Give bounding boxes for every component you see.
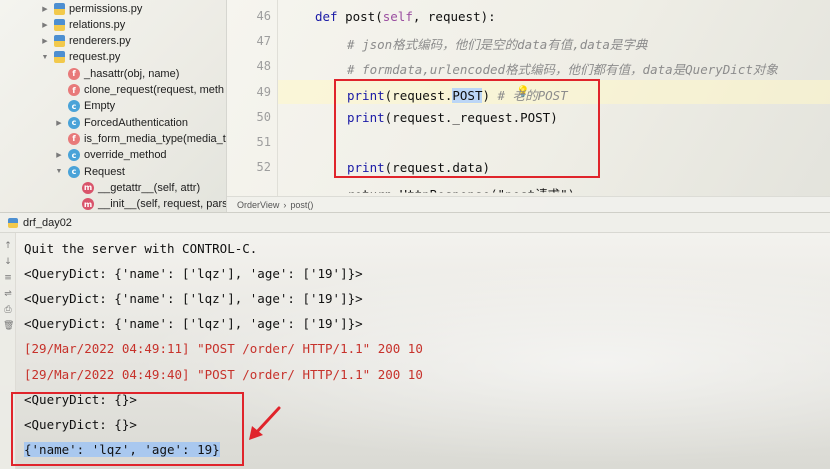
- line-number: 46: [256, 9, 271, 23]
- code-line-48[interactable]: # formdata,urlencoded格式编码，他们都有值，data是Que…: [347, 59, 778, 78]
- tree-item[interactable]: ▶ c override_method: [0, 147, 226, 164]
- tree-item[interactable]: c Empty: [0, 98, 226, 115]
- run-tab-label: drf_day02: [23, 216, 72, 229]
- tree-item-label: relations.py: [69, 18, 126, 31]
- chevron-right-icon[interactable]: ▶: [40, 5, 50, 13]
- run-window-header: drf_day02: [0, 212, 830, 233]
- annotation-arrow-icon: [249, 406, 281, 440]
- tree-item-label: __getattr__(self, attr): [98, 181, 201, 194]
- fold-gutter: [277, 0, 278, 196]
- tree-item[interactable]: f clone_request(request, meth: [0, 82, 226, 99]
- console-log-line[interactable]: [29/Mar/2022 04:49:40] "POST /order/ HTT…: [24, 367, 423, 382]
- line-number: 47: [256, 34, 271, 48]
- run-console[interactable]: ↑ ↓ ≡ ⇌ ⎙ 🗑 Quit the server with CONTROL-C. <Q…: [0, 233, 830, 469]
- tree-item[interactable]: m __getattr__(self, attr): [0, 179, 226, 196]
- scroll-down-icon[interactable]: ↓: [3, 257, 13, 267]
- console-text: [29/Mar/2022 04:49:11] "POST /order/ HTT…: [24, 341, 423, 357]
- class-icon: c: [68, 165, 80, 178]
- chevron-right-icon[interactable]: ▶: [54, 119, 64, 127]
- line-number: 49: [256, 85, 271, 99]
- chevron-down-icon[interactable]: ▼: [40, 54, 50, 61]
- print-icon[interactable]: ⎙: [3, 305, 13, 315]
- function-icon: f: [68, 67, 80, 80]
- scroll-up-icon[interactable]: ↑: [3, 241, 13, 251]
- chevron-down-icon[interactable]: ▼: [54, 168, 64, 175]
- tree-item-label: ForcedAuthentication: [84, 116, 188, 129]
- python-file-icon: [54, 2, 65, 15]
- chevron-right-icon[interactable]: ▶: [54, 151, 64, 159]
- tree-item-label: is_form_media_type(media_t: [84, 132, 226, 145]
- console-output-line[interactable]: <QueryDict: {'name': ['lqz'], 'age': ['1…: [24, 316, 363, 331]
- python-file-icon: [54, 18, 65, 31]
- method-icon: m: [82, 198, 94, 211]
- code-editor[interactable]: 46 47 48 49 50 51 52 def post(self, requ…: [227, 0, 830, 212]
- code-line-46[interactable]: def post(self, request):: [315, 9, 496, 24]
- project-tree: ▶ permissions.py ▶ relations.py ▶ renderers.p…: [0, 0, 226, 212]
- console-text: <QueryDict: {'name': ['lqz'], 'age': ['1…: [24, 316, 363, 332]
- chevron-right-icon[interactable]: ▶: [40, 21, 50, 29]
- line-number: 48: [256, 59, 271, 73]
- breadcrumb: OrderView › post(): [227, 196, 830, 212]
- breadcrumb-item-method[interactable]: post(): [290, 200, 313, 210]
- tree-item-label: request.py: [69, 51, 121, 64]
- breadcrumb-separator: ›: [283, 199, 287, 210]
- class-icon: c: [68, 149, 80, 162]
- code-line-47[interactable]: # json格式编码，他们是空的data有值,data是字典: [347, 34, 647, 53]
- tree-item-label: clone_request(request, meth: [84, 84, 225, 96]
- console-output-line[interactable]: Quit the server with CONTROL-C.: [24, 241, 257, 256]
- ide-top-area: ▶ permissions.py ▶ relations.py ▶ renderers.p…: [0, 0, 830, 212]
- tree-item-label: Empty: [84, 100, 116, 113]
- breadcrumb-item-class[interactable]: OrderView: [237, 200, 279, 210]
- code-self: self: [382, 9, 413, 24]
- tree-item[interactable]: f is_form_media_type(media_t: [0, 130, 226, 147]
- console-output-line[interactable]: <QueryDict: {'name': ['lqz'], 'age': ['1…: [24, 266, 363, 281]
- console-text: <QueryDict: {'name': ['lqz'], 'age': ['1…: [24, 266, 363, 282]
- scroll-to-end-icon[interactable]: ⇌: [3, 289, 13, 299]
- python-file-icon: [54, 51, 65, 64]
- tree-item[interactable]: ▼ request.py: [0, 49, 226, 66]
- trash-icon[interactable]: 🗑: [3, 321, 14, 331]
- tree-item[interactable]: ▶ renderers.py: [0, 33, 226, 50]
- code-keyword: def: [315, 9, 346, 24]
- tree-item-label: permissions.py: [69, 2, 143, 15]
- tree-item-label: override_method: [84, 149, 167, 162]
- tree-item[interactable]: ▼ c Request: [0, 163, 226, 180]
- console-text: <QueryDict: {'name': ['lqz'], 'age': ['1…: [24, 291, 363, 307]
- run-tab[interactable]: drf_day02: [0, 212, 80, 233]
- console-text: Quit the server with CONTROL-C.: [24, 241, 258, 256]
- annotation-box-output: [11, 392, 244, 466]
- tree-item[interactable]: f _hasattr(obj, name): [0, 65, 226, 82]
- line-number: 50: [256, 110, 271, 124]
- annotation-box-code: [334, 79, 600, 178]
- line-number: 51: [256, 135, 271, 149]
- line-number: 52: [256, 160, 271, 174]
- python-icon: [8, 217, 18, 228]
- method-icon: m: [82, 181, 94, 194]
- tree-item-label: _hasattr(obj, name): [84, 67, 180, 80]
- tree-item[interactable]: ▶ relations.py: [0, 16, 226, 33]
- console-log-line[interactable]: [29/Mar/2022 04:49:11] "POST /order/ HTT…: [24, 341, 423, 356]
- soft-wrap-icon[interactable]: ≡: [3, 273, 13, 283]
- tree-item-label: __init__(self, request, pars: [98, 198, 226, 211]
- class-icon: c: [68, 100, 80, 113]
- tree-item-label: Request: [84, 165, 125, 178]
- function-icon: f: [68, 132, 80, 145]
- chevron-right-icon[interactable]: ▶: [40, 37, 50, 45]
- console-text: [29/Mar/2022 04:49:40] "POST /order/ HTT…: [24, 366, 423, 382]
- class-icon: c: [68, 116, 80, 129]
- function-icon: f: [68, 84, 80, 96]
- python-file-icon: [54, 35, 65, 48]
- tree-item[interactable]: ▶ c ForcedAuthentication: [0, 114, 226, 131]
- tree-item-label: renderers.py: [69, 35, 131, 48]
- tree-item[interactable]: ▶ permissions.py: [0, 0, 226, 17]
- line-number-gutter: 46 47 48 49 50 51 52: [227, 0, 277, 196]
- code-token: post(: [345, 9, 383, 24]
- code-token: , request):: [412, 9, 496, 24]
- tree-item[interactable]: m __init__(self, request, pars: [0, 196, 226, 212]
- console-output-line[interactable]: <QueryDict: {'name': ['lqz'], 'age': ['1…: [24, 291, 363, 306]
